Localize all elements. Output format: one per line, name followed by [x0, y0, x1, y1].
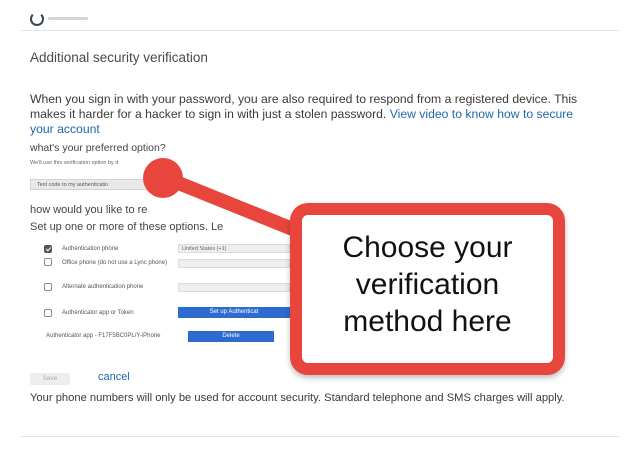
callout-text: Choose your verification method here	[342, 231, 513, 338]
pointer-line	[159, 171, 307, 239]
annotation-callout: Choose your verification method here	[290, 203, 565, 375]
screenshot-frame: Additional security verification When yo…	[0, 0, 625, 455]
pointer-dot	[143, 158, 183, 198]
